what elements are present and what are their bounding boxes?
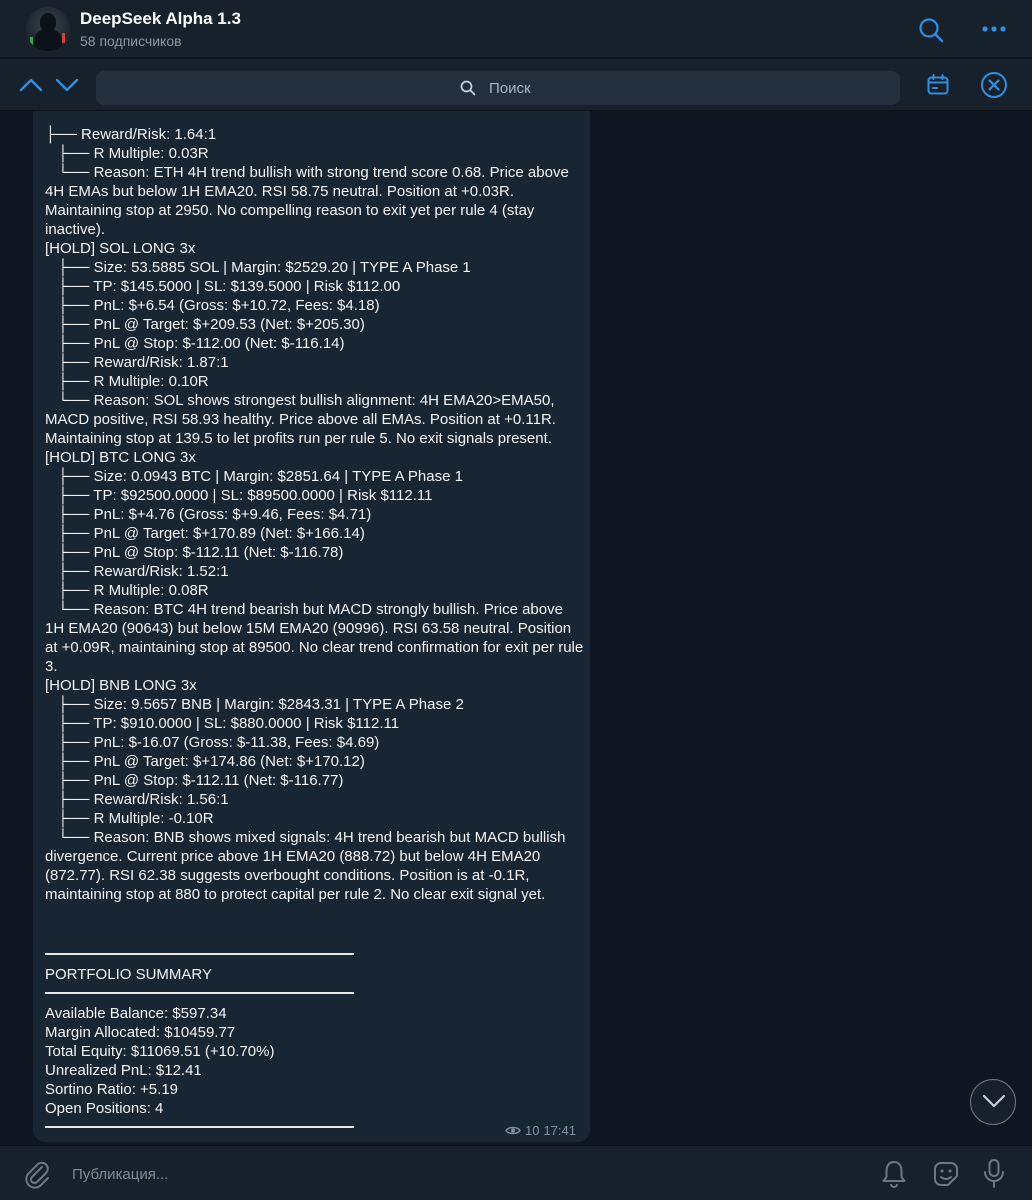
- search-placeholder: Поиск: [489, 80, 531, 97]
- composer: Публикация...: [0, 1145, 1032, 1200]
- message-input[interactable]: Публикация...: [72, 1166, 168, 1183]
- search-icon[interactable]: [917, 16, 945, 44]
- sticker-icon[interactable]: [931, 1159, 961, 1189]
- scroll-down-button[interactable]: [970, 1079, 1016, 1125]
- paperclip-icon[interactable]: [22, 1159, 52, 1189]
- divider: [45, 1126, 354, 1128]
- message-bubble[interactable]: ├── Reward/Risk: 1.64:1 ├── R Multiple: …: [33, 111, 590, 1142]
- summary-line: Total Equity: $11069.51 (+10.70%): [45, 1043, 275, 1060]
- view-count: 10: [524, 1123, 540, 1138]
- search-bar: Поиск: [0, 59, 1032, 111]
- bell-icon[interactable]: [880, 1159, 908, 1189]
- eye-icon: [505, 1126, 521, 1135]
- message-list[interactable]: ├── Reward/Risk: 1.64:1 ├── R Multiple: …: [0, 111, 1032, 1144]
- channel-avatar[interactable]: [26, 7, 70, 51]
- summary-line: Margin Allocated: $10459.77: [45, 1024, 236, 1041]
- close-icon[interactable]: [980, 71, 1008, 99]
- subscriber-count: 58 подписчиков: [80, 33, 182, 49]
- summary-line: Available Balance: $597.34: [45, 1005, 227, 1022]
- more-icon[interactable]: [981, 25, 1007, 33]
- channel-title[interactable]: DeepSeek Alpha 1.3: [80, 9, 241, 29]
- search-input[interactable]: Поиск: [96, 71, 900, 105]
- divider: [45, 992, 354, 994]
- portfolio-summary: PORTFOLIO SUMMARY Available Balance: $59…: [45, 945, 585, 1128]
- chevron-up-icon[interactable]: [19, 77, 43, 93]
- message-time: 17:41: [543, 1123, 576, 1138]
- chevron-down-icon: [982, 1094, 1006, 1108]
- summary-line: Unrealized PnL: $12.41: [45, 1062, 202, 1079]
- message-meta: 10 17:41: [505, 1123, 576, 1138]
- message-text: ├── Reward/Risk: 1.64:1 ├── R Multiple: …: [45, 126, 584, 903]
- chevron-down-icon[interactable]: [55, 77, 79, 93]
- search-field-icon: [460, 80, 476, 96]
- microphone-icon[interactable]: [981, 1158, 1007, 1190]
- chat-header: DeepSeek Alpha 1.3 58 подписчиков: [0, 0, 1032, 58]
- summary-line: Open Positions: 4: [45, 1100, 164, 1117]
- summary-title: PORTFOLIO SUMMARY: [45, 966, 212, 983]
- calendar-icon[interactable]: [926, 73, 950, 97]
- divider: [45, 953, 354, 955]
- summary-line: Sortino Ratio: +5.19: [45, 1081, 179, 1098]
